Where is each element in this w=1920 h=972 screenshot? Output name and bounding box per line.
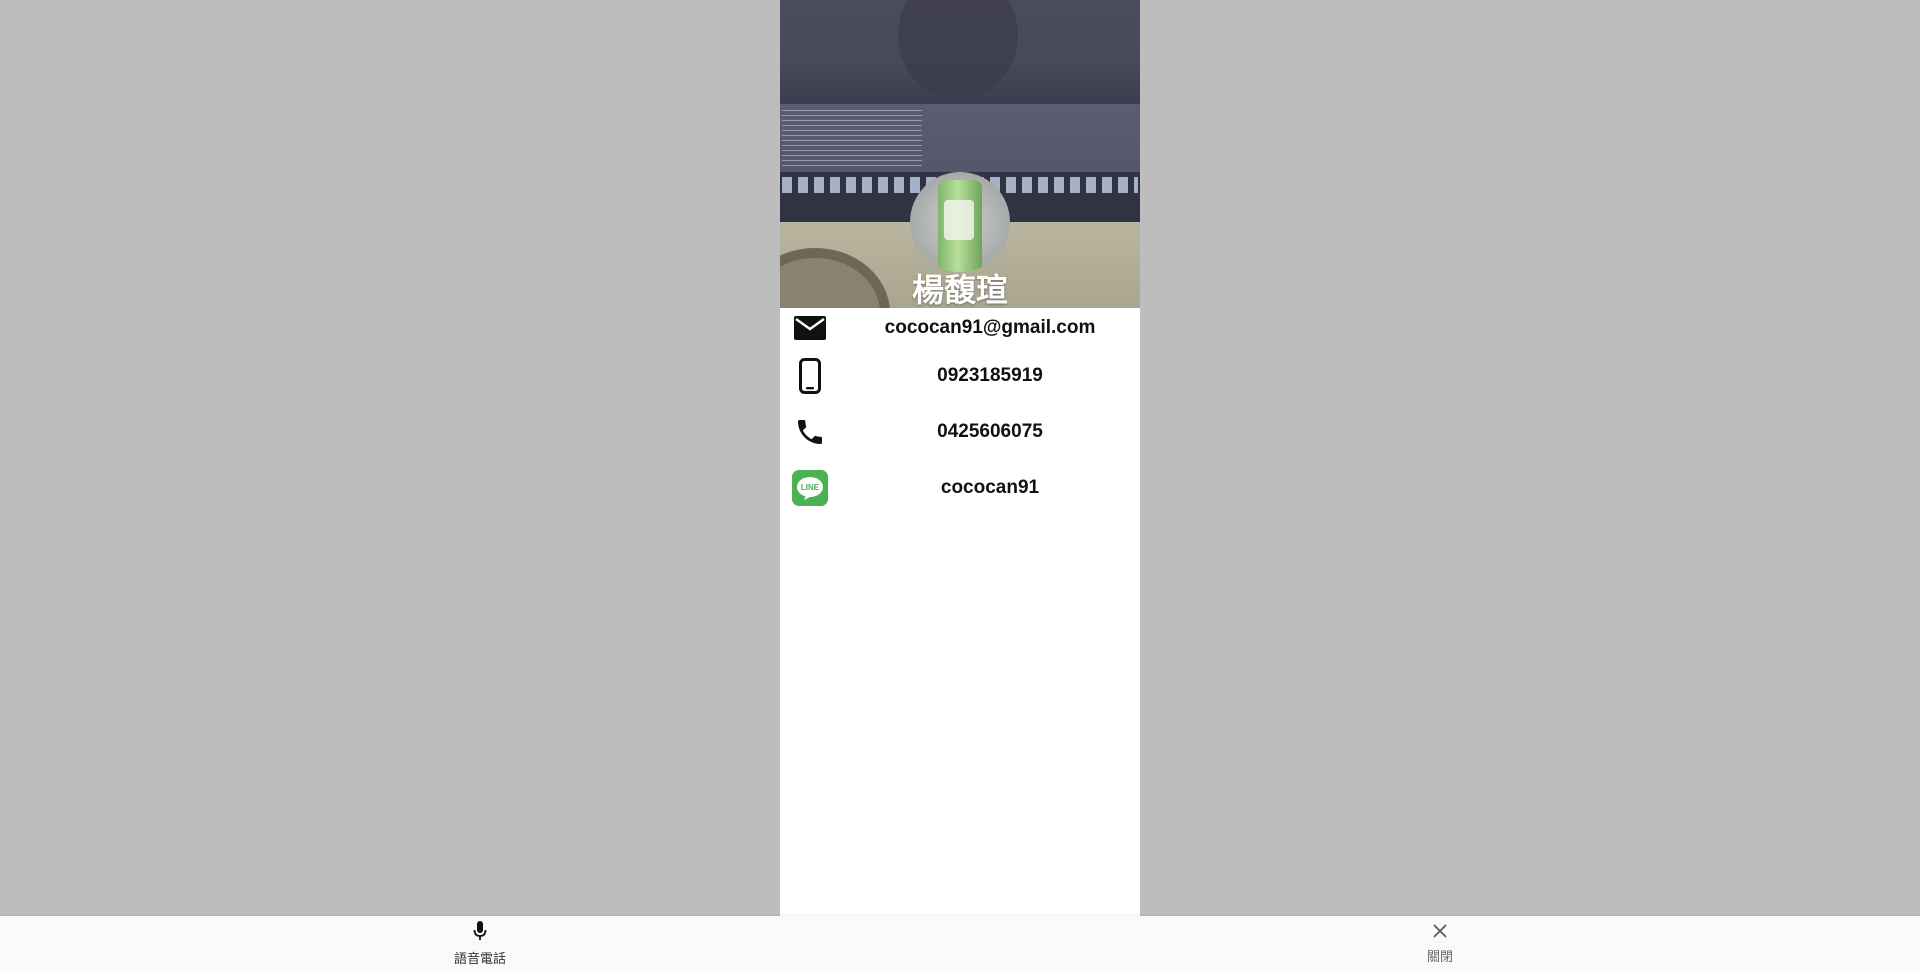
mail-icon [792, 310, 828, 346]
avatar [910, 172, 1010, 272]
mobile-value[interactable]: 0923185919 [840, 365, 1140, 387]
line-icon-text: LINE [801, 483, 820, 492]
avatar-photo-label [944, 200, 974, 240]
contact-row-line[interactable]: LINE cococan91 [780, 460, 1140, 516]
close-icon [1432, 923, 1448, 944]
contact-list: cococan91@gmail.com 0923185919 042560607… [780, 308, 1140, 516]
phone-value[interactable]: 0425606075 [840, 421, 1140, 443]
voice-call-label: 語音電話 [453, 951, 506, 966]
close-button[interactable]: 關閉 [1370, 916, 1510, 972]
line-id-value[interactable]: cococan91 [840, 477, 1140, 499]
business-card: 楊馥瑄 cococan91@gmail.com 0923185919 04256… [780, 0, 1140, 916]
contact-row-mobile[interactable]: 0923185919 [780, 348, 1140, 404]
banner-photo-terminal-text [782, 110, 922, 166]
microphone-icon [473, 921, 487, 946]
voice-call-button[interactable]: 語音電話 [410, 916, 550, 972]
mobile-phone-icon [792, 358, 828, 394]
contact-row-email[interactable]: cococan91@gmail.com [780, 308, 1140, 348]
bottom-action-bar: 語音電話 關閉 [0, 916, 1920, 972]
phone-icon [792, 414, 828, 450]
profile-name: 楊馥瑄 [911, 271, 1008, 308]
contact-row-phone[interactable]: 0425606075 [780, 404, 1140, 460]
email-value[interactable]: cococan91@gmail.com [840, 317, 1140, 339]
profile-banner: 楊馥瑄 [780, 0, 1140, 308]
close-label: 關閉 [1426, 949, 1453, 964]
line-icon: LINE [792, 470, 828, 506]
